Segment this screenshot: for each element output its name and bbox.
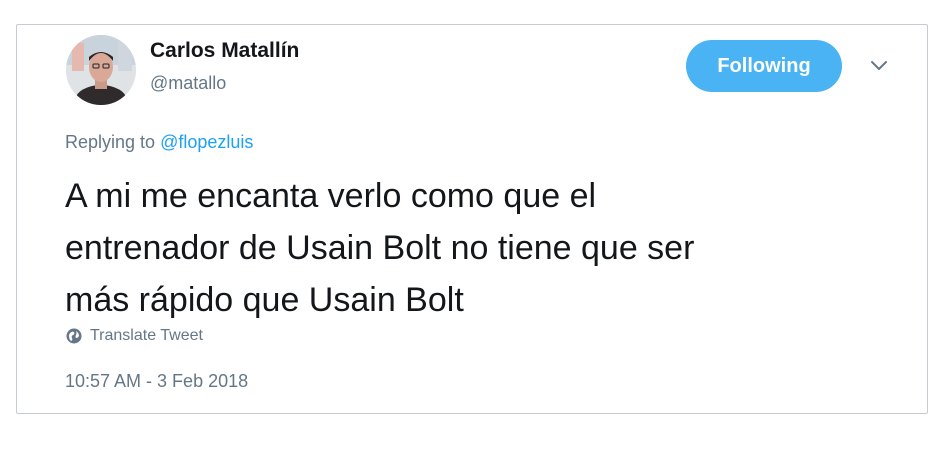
chevron-down-icon bbox=[871, 61, 887, 70]
author-handle[interactable]: @matallo bbox=[150, 73, 226, 94]
translate-tweet-link[interactable]: Translate Tweet bbox=[66, 327, 203, 345]
tweet-text-line: A mi me encanta verlo como que el bbox=[65, 177, 597, 215]
author-name[interactable]: Carlos Matallín bbox=[150, 39, 299, 63]
avatar[interactable] bbox=[66, 35, 136, 105]
replying-to-label: Replying to bbox=[65, 132, 161, 152]
following-button[interactable]: Following bbox=[686, 40, 842, 92]
tweet-text-line: entrenador de Usain Bolt no tiene que se… bbox=[65, 229, 695, 267]
tweet-card: Carlos Matallín @matallo Following Reply… bbox=[16, 24, 928, 414]
translate-tweet-label: Translate Tweet bbox=[90, 327, 203, 344]
tweet-menu-button[interactable] bbox=[866, 55, 892, 77]
replying-to: Replying to @flopezluis bbox=[65, 132, 253, 153]
tweet-text-line: más rápido que Usain Bolt bbox=[65, 281, 464, 319]
avatar-photo bbox=[66, 35, 136, 105]
globe-icon bbox=[66, 328, 82, 344]
tweet-timestamp[interactable]: 10:57 AM - 3 Feb 2018 bbox=[65, 371, 248, 392]
reply-mention-link[interactable]: @flopezluis bbox=[160, 132, 253, 152]
tweet-text: A mi me encanta verlo como que el entren… bbox=[65, 170, 905, 326]
